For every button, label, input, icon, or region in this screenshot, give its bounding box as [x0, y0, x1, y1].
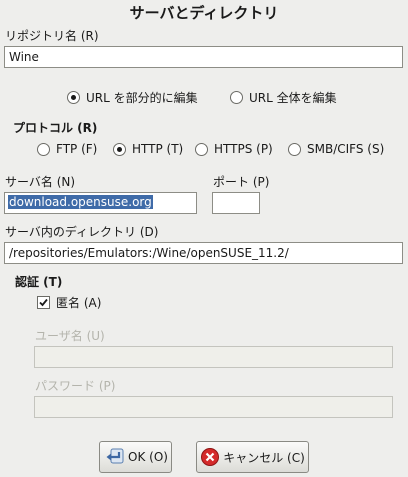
edit-partial-url-radio[interactable]: URL を部分的に編集 [67, 89, 198, 106]
directory-input[interactable] [4, 242, 403, 264]
checkbox-indicator [37, 296, 50, 309]
directory-label: サーバ内のディレクトリ (D) [5, 225, 159, 239]
ok-button-label: OK (O) [128, 450, 168, 464]
username-label: ユーザ名 (U) [35, 329, 105, 343]
password-label: パスワード (P) [35, 379, 116, 393]
cancel-button-label: キャンセル (C) [223, 450, 305, 465]
protocol-ftp-label: FTP (F) [56, 142, 98, 156]
port-label: ポート (P) [213, 175, 270, 189]
protocol-smb-radio[interactable]: SMB/CIFS (S) [288, 142, 384, 156]
username-input[interactable] [34, 346, 393, 368]
ok-button[interactable]: OK (O) [99, 441, 172, 473]
server-name-value: download.opensuse.org [8, 195, 153, 209]
checkmark-icon [39, 298, 48, 307]
repository-name-input[interactable] [4, 46, 403, 68]
protocol-https-label: HTTPS (P) [214, 142, 273, 156]
protocol-http-label: HTTP (T) [132, 142, 184, 156]
protocol-http-radio[interactable]: HTTP (T) [113, 142, 183, 156]
cancel-icon [200, 447, 220, 467]
radio-unselected-indicator [230, 91, 243, 104]
edit-partial-url-label: URL を部分的に編集 [86, 91, 198, 105]
anonymous-checkbox[interactable]: 匿名 (A) [37, 294, 101, 311]
password-input[interactable] [34, 396, 393, 418]
protocol-https-radio[interactable]: HTTPS (P) [195, 142, 273, 156]
authentication-label: 認証 (T) [15, 275, 63, 289]
edit-full-url-radio[interactable]: URL 全体を編集 [230, 89, 337, 106]
radio-selected-indicator [67, 91, 80, 104]
port-input[interactable] [212, 192, 260, 214]
protocol-label: プロトコル (R) [13, 121, 98, 135]
repository-name-label: リポジトリ名 (R) [5, 29, 99, 43]
radio-unselected-indicator [288, 142, 301, 156]
radio-unselected-indicator [195, 142, 208, 156]
server-name-input[interactable]: download.opensuse.org [4, 192, 197, 214]
server-name-label: サーバ名 (N) [5, 175, 76, 189]
radio-selected-indicator [113, 142, 126, 156]
ok-enter-icon [103, 447, 125, 467]
radio-unselected-indicator [37, 142, 50, 156]
anonymous-label: 匿名 (A) [56, 296, 102, 310]
protocol-ftp-radio[interactable]: FTP (F) [37, 142, 97, 156]
edit-full-url-label: URL 全体を編集 [249, 91, 337, 105]
dialog-title: サーバとディレクトリ [129, 4, 279, 22]
protocol-smb-label: SMB/CIFS (S) [307, 142, 385, 156]
cancel-button[interactable]: キャンセル (C) [196, 441, 309, 473]
